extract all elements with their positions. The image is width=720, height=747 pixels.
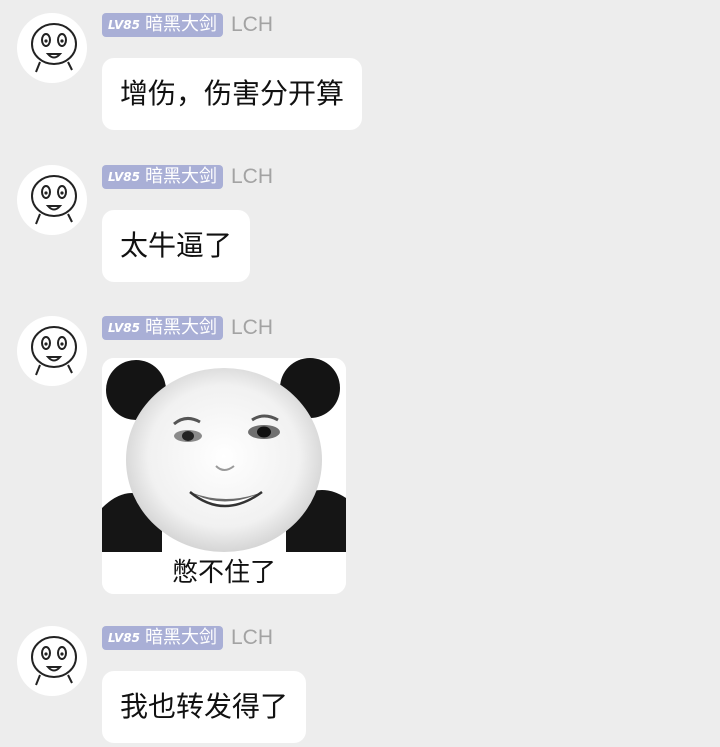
smiley-avatar-icon[interactable] — [16, 315, 88, 387]
rank-title: 暗黑大剑 — [144, 317, 217, 338]
meme-sticker[interactable]: 憋不住了 — [102, 358, 346, 594]
rank-title: 暗黑大剑 — [144, 627, 217, 648]
level-badge[interactable]: LV85 暗黑大剑 — [102, 13, 223, 37]
sender-info: LV85 暗黑大剑 LCH — [102, 625, 273, 651]
message-bubble[interactable]: 我也转发得了 — [102, 671, 307, 743]
panda-face-meme-icon — [102, 358, 346, 554]
rank-title: 暗黑大剑 — [144, 166, 217, 187]
smiley-avatar-icon[interactable] — [16, 625, 88, 697]
sender-info: LV85 暗黑大剑 LCH — [102, 164, 273, 190]
rank-title: 暗黑大剑 — [144, 14, 217, 35]
sender-nickname[interactable]: LCH — [231, 626, 273, 650]
message-bubble[interactable]: 太牛逼了 — [102, 210, 251, 282]
smiley-avatar-icon[interactable] — [16, 164, 88, 236]
sender-nickname[interactable]: LCH — [231, 316, 273, 340]
level-label: LV85 — [108, 321, 140, 335]
level-label: LV85 — [108, 170, 140, 184]
level-label: LV85 — [108, 18, 140, 32]
message-bubble[interactable]: 增伤，伤害分开算 — [102, 58, 363, 130]
sender-info: LV85 暗黑大剑 LCH — [102, 12, 273, 38]
level-badge[interactable]: LV85 暗黑大剑 — [102, 165, 223, 189]
sender-info: LV85 暗黑大剑 LCH — [102, 315, 273, 341]
level-badge[interactable]: LV85 暗黑大剑 — [102, 316, 223, 340]
sender-nickname[interactable]: LCH — [231, 165, 273, 189]
smiley-avatar-icon[interactable] — [16, 12, 88, 84]
level-badge[interactable]: LV85 暗黑大剑 — [102, 626, 223, 650]
sticker-caption: 憋不住了 — [102, 552, 346, 594]
sender-nickname[interactable]: LCH — [231, 13, 273, 37]
level-label: LV85 — [108, 631, 140, 645]
